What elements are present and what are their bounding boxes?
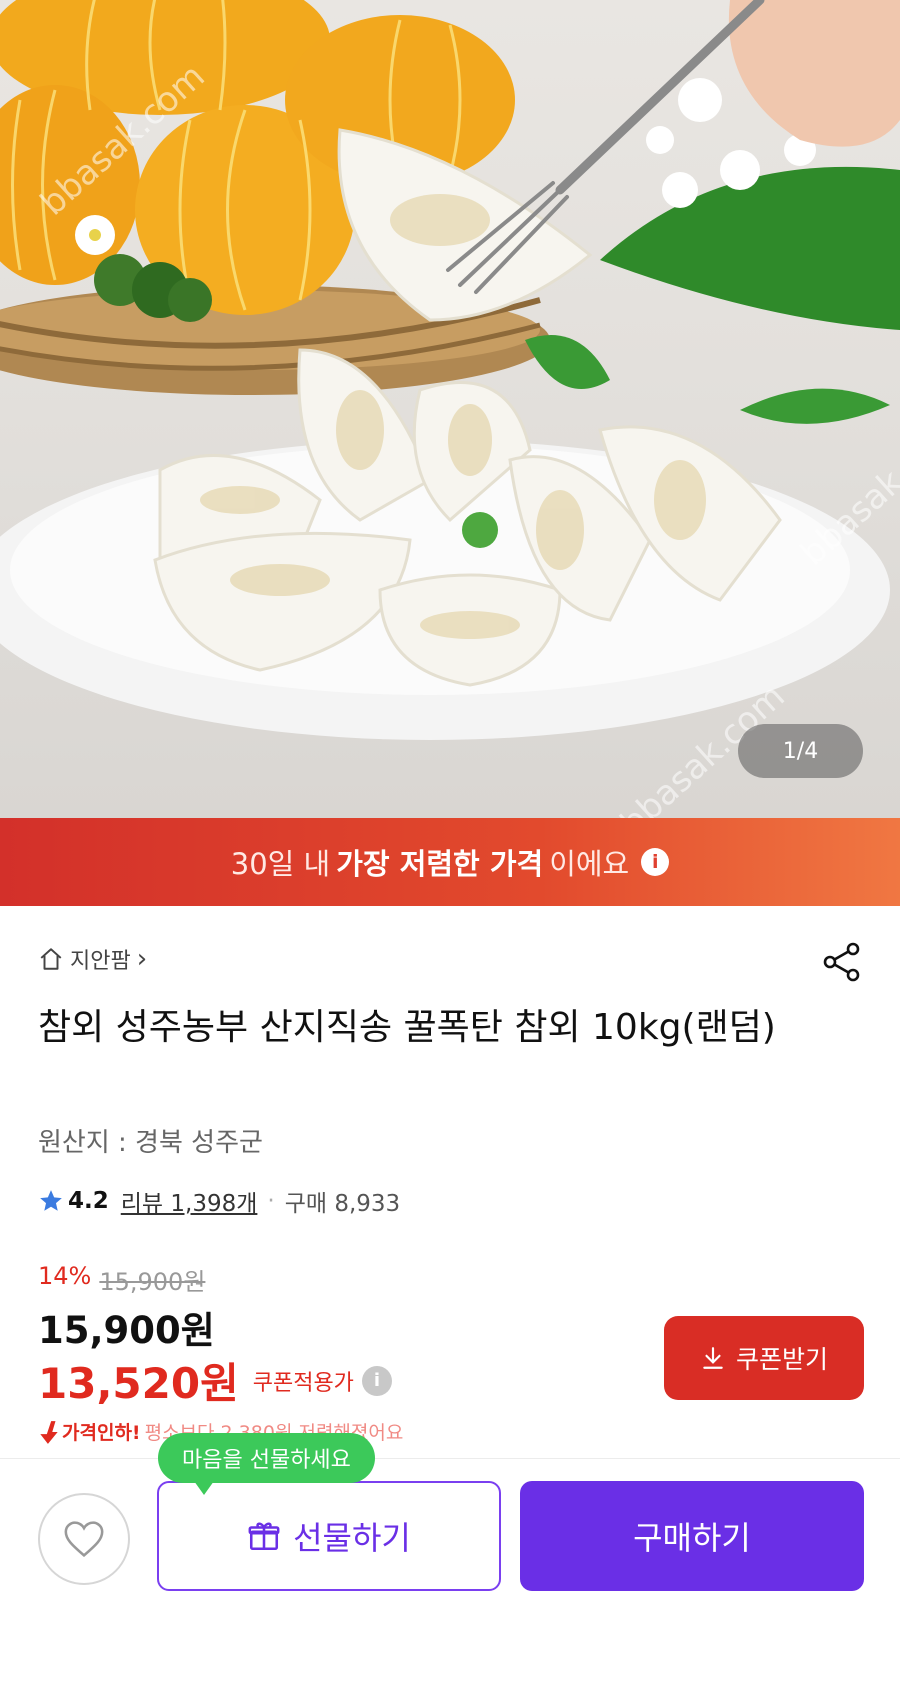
buy-button-label: 구매하기: [633, 1519, 751, 1557]
heart-icon: [64, 1521, 104, 1558]
gift-button-label: 선물하기: [293, 1519, 411, 1557]
coupon-price-label: 쿠폰적용가: [252, 1370, 354, 1396]
store-link[interactable]: 지안팜 ›: [38, 943, 147, 975]
arrow-down-icon: [40, 1420, 58, 1444]
bottom-action-bar: 선물하기 구매하기: [0, 1458, 900, 1687]
coupon-price-row: 13,520원 쿠폰적용가 i: [38, 1350, 392, 1411]
star-icon: [40, 1190, 62, 1211]
lowest-price-banner[interactable]: 30일 내 가장 저렴한 가격 이에요 i: [0, 818, 900, 906]
buy-button[interactable]: 구매하기: [520, 1481, 864, 1591]
share-icon[interactable]: [820, 940, 864, 984]
home-icon: [40, 948, 62, 970]
image-pager: 1/4: [738, 724, 863, 778]
discount-row: 14% 15,900원: [38, 1262, 205, 1297]
get-coupon-button[interactable]: 쿠폰받기: [664, 1316, 864, 1400]
banner-highlight: 가장 저렴한 가격: [336, 847, 544, 881]
gift-icon: [248, 1522, 280, 1551]
chevron-right-icon: ›: [136, 944, 148, 974]
product-origin: 원산지 : 경북 성주군: [38, 1128, 263, 1158]
separator-dot: ·: [267, 1188, 275, 1214]
rating-row: 4.2 리뷰 1,398개 · 구매 8,933: [38, 1184, 400, 1218]
purchase-count: 구매 8,933: [284, 1191, 401, 1217]
regular-price: 15,900원: [38, 1309, 215, 1352]
discount-percent: 14%: [38, 1262, 92, 1290]
price-drop-label: 가격인하!: [62, 1422, 141, 1444]
gift-tooltip: 마음을 선물하세요: [158, 1433, 375, 1495]
info-icon[interactable]: i: [361, 1365, 392, 1396]
store-name: 지안팜: [70, 949, 131, 974]
gift-button[interactable]: 선물하기: [157, 1481, 501, 1591]
banner-suffix: 이에요: [549, 847, 630, 881]
coupon-price: 13,520원: [38, 1359, 239, 1408]
wishlist-button[interactable]: [38, 1493, 130, 1585]
product-image-carousel[interactable]: bbasak.com bbasak.com bbasak.com 1/4: [0, 0, 900, 818]
rating-score: 4.2: [68, 1188, 109, 1214]
original-price: 15,900원: [99, 1268, 206, 1296]
product-photo: [0, 0, 900, 740]
get-coupon-label: 쿠폰받기: [735, 1345, 828, 1374]
banner-prefix: 30일 내: [230, 847, 331, 881]
download-icon: [703, 1347, 723, 1369]
review-count-link[interactable]: 리뷰 1,398개: [121, 1184, 258, 1218]
info-icon[interactable]: i: [641, 848, 670, 876]
product-title: 참외 성주농부 산지직송 꿀폭탄 참외 10kg(랜덤): [38, 1007, 776, 1048]
